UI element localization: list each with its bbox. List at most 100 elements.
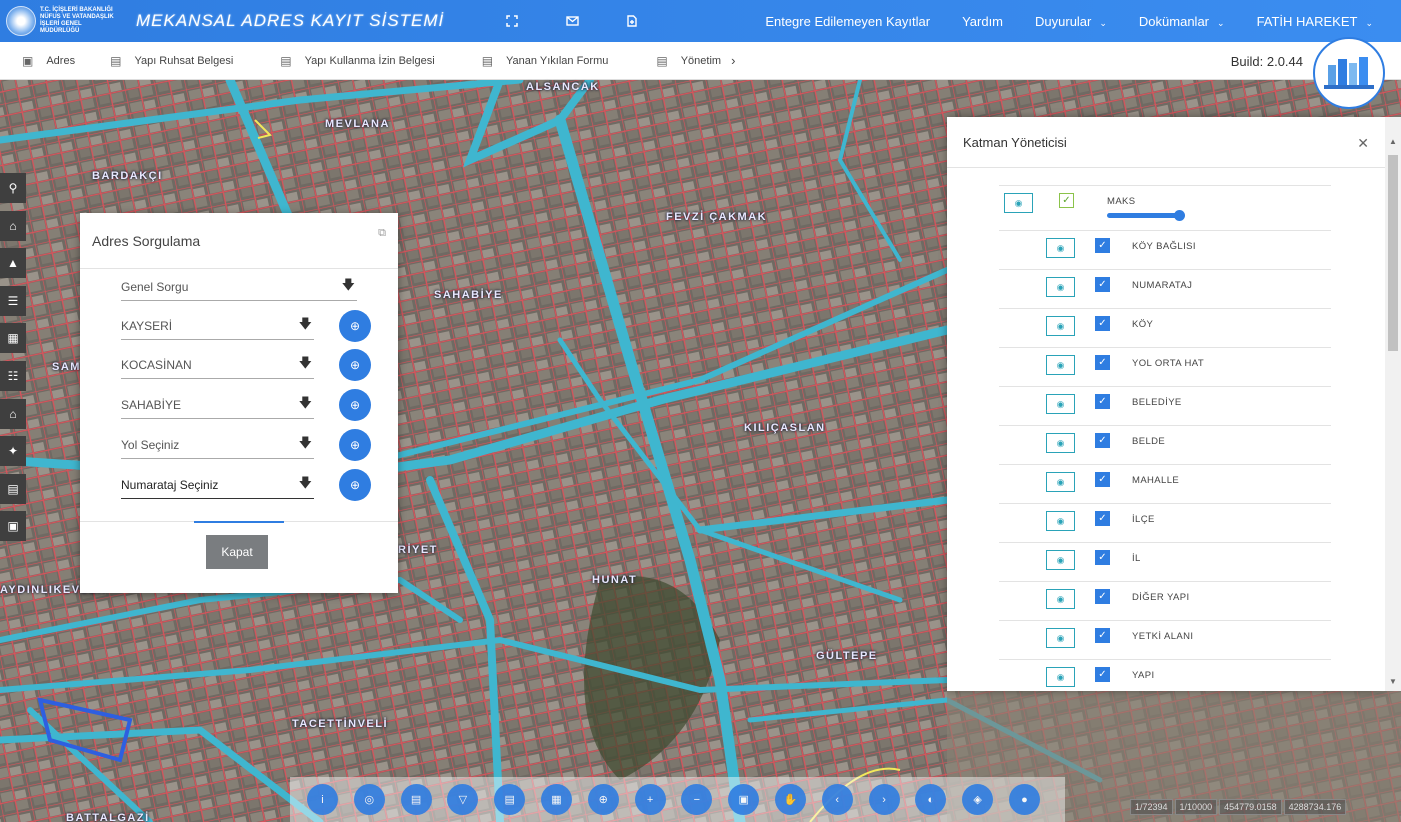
measure-icon[interactable]: ◐ [915,784,947,815]
eye-icon[interactable]: ◉ [1046,316,1075,336]
popout-icon[interactable]: ⧉ [378,227,386,240]
nav-help[interactable]: Yardım [962,14,1003,29]
layer-checkbox[interactable]: ✓ [1095,277,1110,292]
extent-icon[interactable]: ▣ [728,784,760,815]
print-icon-2[interactable]: ▤ [494,784,526,815]
menu-item-label: Yapı Ruhsat Belgesi [134,54,234,67]
archive-icon[interactable]: ▣ [0,511,26,542]
slider-handle[interactable] [1174,210,1185,221]
province-select[interactable]: KAYSERİ 🡇 [121,312,314,340]
zoom-to-district-button[interactable]: ⊕ [339,349,371,381]
zoom-to-neighborhood-button[interactable]: ⊕ [339,389,371,421]
layers-icon[interactable]: ◎ [353,784,385,815]
compass-icon[interactable]: ◈ [962,784,994,815]
eye-icon[interactable]: ◉ [1004,193,1033,213]
institution-icon[interactable]: ⌂ [0,398,26,429]
previous-icon[interactable]: ‹ [821,784,853,815]
nav-announcements[interactable]: Duyurular ⌄ [1035,14,1107,29]
next-icon[interactable]: › [868,784,900,815]
search-icon[interactable]: ⚲ [0,173,26,203]
layer-checkbox[interactable]: ✓ [1095,472,1110,487]
layer-panel-scrollbar[interactable]: ▲ ▼ [1385,117,1401,691]
eye-icon[interactable]: ◉ [1046,667,1075,687]
layer-name: YAPI [1132,670,1155,681]
menu-bar: ▣ Adres ▤ Yapı Ruhsat Belgesi ▤ Yapı Kullan… [0,42,1401,80]
close-button[interactable]: Kapat [206,535,268,569]
scroll-up-icon[interactable]: ▲ [1389,137,1397,146]
address-query-panel: Adres Sorgulama ⧉ Genel Sorgu 🡇 KAYSERİ … [80,213,398,593]
scroll-down-icon[interactable]: ▼ [1389,677,1397,686]
layer-checkbox[interactable]: ✓ [1095,355,1110,370]
fullscreen-icon[interactable] [482,0,542,42]
layer-checkbox[interactable]: ✓ [1095,667,1110,682]
layer-checkbox[interactable]: ✓ [1095,511,1110,526]
select-value: KAYSERİ [121,318,173,333]
app-logo[interactable]: T.C. İÇİŞLERİ BAKANLIĞI NÜFUS VE VATANDA… [6,6,444,36]
nav-unintegrated-records[interactable]: Entegre Edilemeyen Kayıtlar [765,14,930,29]
sitemap-icon[interactable]: ☷ [0,360,26,391]
layer-checkbox[interactable]: ✓ [1095,394,1110,409]
layer-checkbox[interactable]: ✓ [1095,433,1110,448]
layer-name: DİĞER YAPI [1132,592,1190,603]
pan-icon[interactable]: ✋ [774,784,806,815]
nav-user-menu[interactable]: FATİH HAREKET ⌄ [1257,14,1373,29]
layer-checkbox[interactable]: ✓ [1095,589,1110,604]
layer-checkbox[interactable]: ✓ [1095,316,1110,331]
zoom-in-icon[interactable]: + [634,784,666,815]
zoom-out-icon[interactable]: − [681,784,713,815]
scroll-thumb[interactable] [1388,155,1398,351]
eye-icon[interactable]: ◉ [1046,277,1075,297]
file-icon[interactable]: ▤ [0,473,26,504]
eye-icon[interactable]: ◉ [1046,628,1075,648]
list-icon[interactable]: ☰ [0,285,26,316]
district-select[interactable]: KOCASİNAN 🡇 [121,351,314,379]
menu-item-yanan-yikilan[interactable]: ▤ Yanan Yıkılan Formu [482,54,609,68]
eye-icon[interactable]: ◉ [1046,472,1075,492]
eye-icon[interactable]: ◉ [1046,394,1075,414]
menu-item-label: Yapı Kullanma İzin Belgesi [304,54,435,67]
search-plus-icon: ⊕ [349,319,361,333]
zoom-to-province-button[interactable]: ⊕ [339,310,371,342]
layer-name: NUMARATAJ [1132,280,1193,291]
menu-item-yapi-kullanma[interactable]: ▤ Yapı Kullanma İzin Belgesi [280,54,434,68]
eye-icon[interactable]: ◉ [1046,511,1075,531]
number-select[interactable]: Numarataj Seçiniz 🡇 [121,471,314,499]
print-icon[interactable]: ▤ [400,784,432,815]
general-query-select[interactable]: Genel Sorgu 🡇 [121,273,357,301]
info-icon[interactable]: i [307,784,338,815]
layer-checkbox[interactable]: ✓ [1095,238,1110,253]
close-icon[interactable]: ✕ [1357,135,1369,152]
road-row: Yol Seçiniz 🡇 ⊕ [121,429,371,461]
layer-name: BELEDİYE [1132,397,1182,408]
document-icon[interactable] [602,0,662,42]
mail-icon[interactable] [542,0,602,42]
eye-icon[interactable]: ◉ [1046,589,1075,609]
menu-item-yonetim[interactable]: ▤ Yönetim › [656,53,735,68]
eye-icon[interactable]: ◉ [1046,355,1075,375]
eye-icon[interactable]: ◉ [1046,433,1075,453]
magic-icon[interactable]: ✦ [0,436,26,467]
select-value: SAHABİYE [121,397,182,412]
pin-icon[interactable]: ● [1008,784,1040,815]
opacity-slider[interactable] [1107,210,1185,221]
menu-item-yapi-ruhsat[interactable]: ▤ Yapı Ruhsat Belgesi [110,54,233,68]
menu-item-adres[interactable]: ▣ Adres [22,54,75,68]
filter-icon[interactable]: ▽ [447,784,479,815]
road-select[interactable]: Yol Seçiniz 🡇 [121,431,314,459]
layer-checkbox-maks[interactable]: ✓ [1059,193,1074,208]
eye-icon[interactable]: ◉ [1046,550,1075,570]
zoom-to-number-button[interactable]: ⊕ [339,469,371,501]
building-icon[interactable]: ▦ [0,323,26,354]
crosshair-icon[interactable]: ⊕ [587,784,619,815]
maks-logo[interactable] [1313,37,1385,109]
zoom-to-road-button[interactable]: ⊕ [339,429,371,461]
district-row: KOCASİNAN 🡇 ⊕ [121,349,371,381]
nav-documents[interactable]: Dokümanlar ⌄ [1139,14,1225,29]
eye-icon[interactable]: ◉ [1046,238,1075,258]
layer-checkbox[interactable]: ✓ [1095,628,1110,643]
building-tool-icon[interactable]: ▦ [540,784,572,815]
neighborhood-select[interactable]: SAHABİYE 🡇 [121,391,314,419]
home-icon[interactable]: ⌂ [0,210,26,241]
road-icon[interactable]: ▲ [0,248,26,279]
layer-checkbox[interactable]: ✓ [1095,550,1110,565]
